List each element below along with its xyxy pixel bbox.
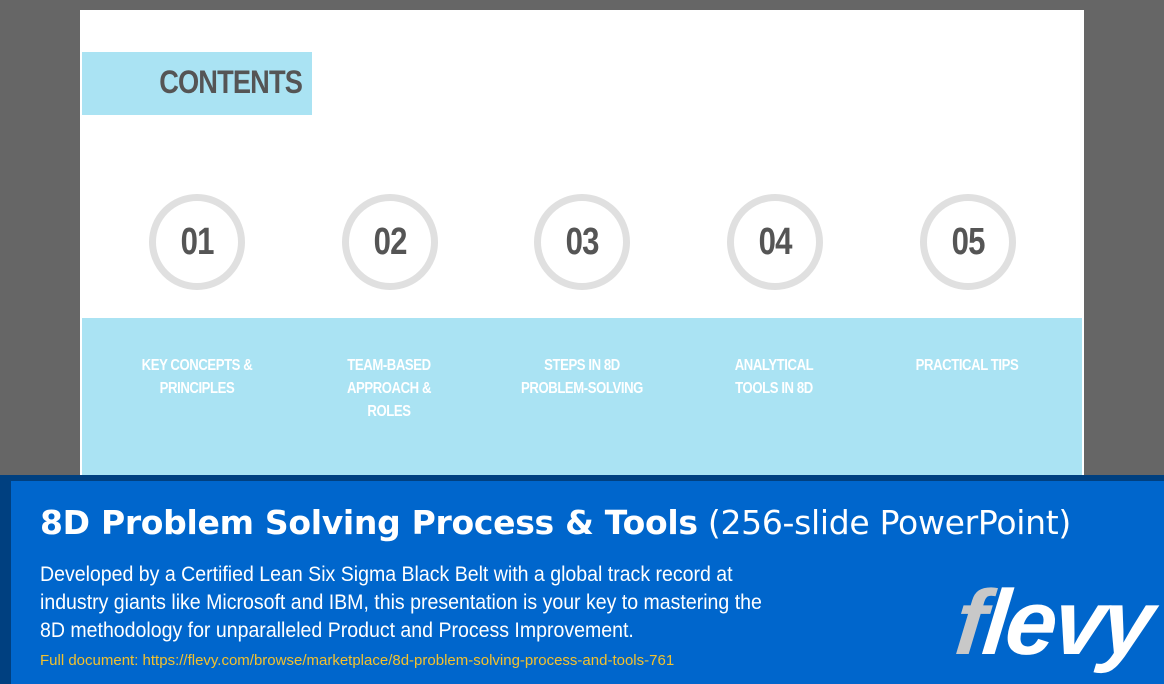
section-circle-05: 05 xyxy=(920,194,1016,290)
section-label-04: ANALYTICAL TOOLS IN 8D xyxy=(734,357,814,397)
section-label-03: STEPS IN 8D PROBLEM-SOLVING xyxy=(521,357,643,397)
section-number: 05 xyxy=(951,220,985,263)
contents-header-band: CONTENTS xyxy=(82,52,312,115)
contents-title: CONTENTS xyxy=(159,64,303,100)
promo-banner-inner: 8D Problem Solving Process & Tools (256-… xyxy=(11,481,1164,684)
banner-description: Developed by a Certified Lean Six Sigma … xyxy=(40,563,762,642)
banner-title-main: 8D Problem Solving Process & Tools xyxy=(40,503,698,542)
section-number: 02 xyxy=(373,220,407,263)
section-number: 03 xyxy=(565,220,599,263)
flevy-logo[interactable]: flevy xyxy=(951,572,1156,674)
section-number: 01 xyxy=(180,220,214,263)
section-label-05: PRACTICAL TIPS xyxy=(915,357,1019,374)
flevy-logo-rest: levy xyxy=(978,572,1157,674)
banner-title: 8D Problem Solving Process & Tools (256-… xyxy=(40,503,1071,542)
full-document-link[interactable]: Full document: https://flevy.com/browse/… xyxy=(40,652,674,669)
promo-banner: 8D Problem Solving Process & Tools (256-… xyxy=(0,475,1164,684)
banner-title-subtitle: (256-slide PowerPoint) xyxy=(707,503,1071,542)
section-circle-01: 01 xyxy=(149,194,245,290)
section-circle-02: 02 xyxy=(342,194,438,290)
slide: CONTENTS 01 02 03 04 05 KEY CONCEPTS & P… xyxy=(80,10,1084,490)
section-label-01: KEY CONCEPTS & PRINCIPLES xyxy=(141,357,253,397)
section-number-row: 01 02 03 04 05 xyxy=(80,194,1084,290)
section-circle-04: 04 xyxy=(727,194,823,290)
section-labels-band: KEY CONCEPTS & PRINCIPLES TEAM-BASED APP… xyxy=(82,318,1082,490)
section-number: 04 xyxy=(758,220,792,263)
section-circle-03: 03 xyxy=(534,194,630,290)
section-label-02: TEAM-BASED APPROACH & ROLES xyxy=(346,357,432,420)
